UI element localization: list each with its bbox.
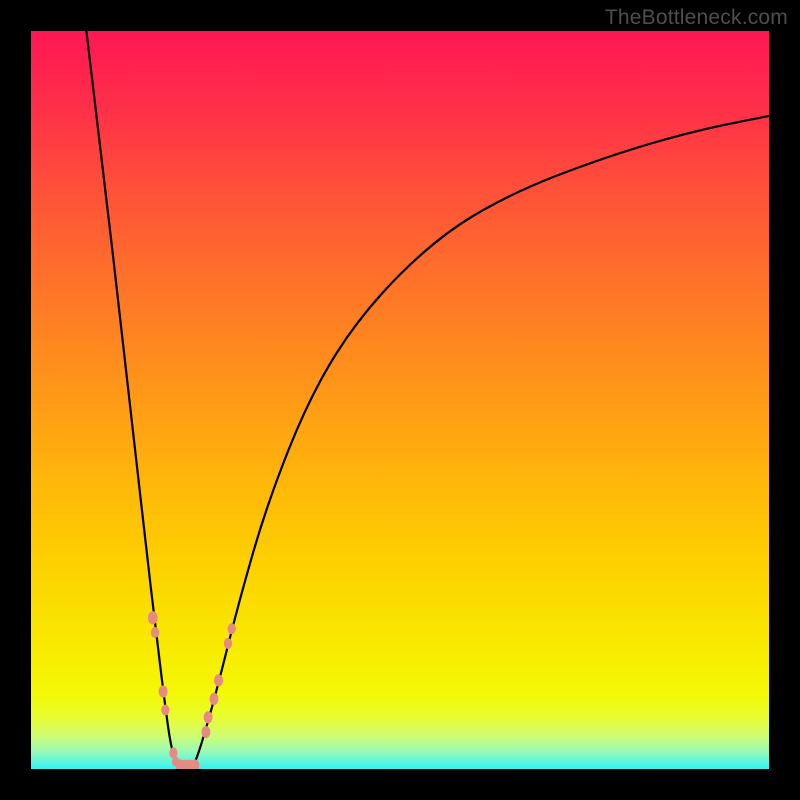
plot-area [31, 31, 769, 769]
highlight-dot [224, 638, 232, 649]
highlight-dot [214, 674, 223, 686]
highlight-dot [161, 705, 169, 716]
curve-group [86, 31, 769, 766]
highlight-dot [228, 623, 236, 634]
highlight-dot [204, 711, 213, 723]
highlight-dot [169, 747, 177, 758]
watermark-text: TheBottleneck.com [605, 6, 788, 30]
highlight-dot [210, 693, 219, 705]
highlight-dot [151, 627, 159, 638]
right-curve [193, 116, 769, 766]
highlight-dot [201, 726, 210, 738]
chart-svg [31, 31, 769, 769]
highlight-dot [159, 685, 168, 697]
outer-frame: TheBottleneck.com [0, 0, 800, 800]
left-curve [86, 31, 178, 766]
highlight-dots [148, 611, 236, 769]
highlight-dot [148, 611, 158, 624]
